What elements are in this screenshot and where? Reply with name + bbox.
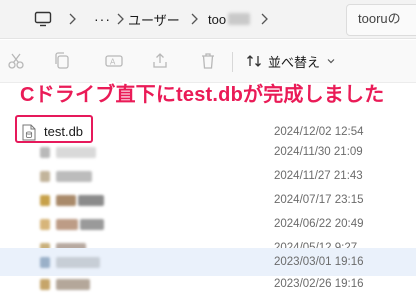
file-date: 2024/11/27 21:43 bbox=[274, 170, 363, 182]
file-date: 2023/03/01 19:16 bbox=[274, 256, 364, 268]
blurred-file-icon bbox=[40, 171, 50, 182]
command-bar: A 並べ替え bbox=[0, 40, 416, 83]
breadcrumb-user-folder-label: too bbox=[208, 11, 227, 27]
chevron-right-icon bbox=[117, 13, 124, 25]
more-icon[interactable]: ··· bbox=[94, 0, 111, 38]
file-list: test.db 2024/12/02 12:54 2024/11/30 21:0… bbox=[0, 112, 416, 290]
file-row[interactable]: 2023/02/26 19:16 bbox=[0, 272, 416, 296]
sort-button[interactable]: 並べ替え bbox=[246, 50, 343, 72]
svg-text:A: A bbox=[110, 58, 116, 67]
sort-label: 並べ替え bbox=[268, 54, 321, 70]
blurred-file-name bbox=[56, 147, 96, 158]
file-date: 2023/02/26 19:16 bbox=[274, 278, 364, 290]
breadcrumb-user-folder[interactable]: too bbox=[208, 0, 251, 38]
file-date: 2024/06/22 20:49 bbox=[274, 218, 364, 230]
blurred-file-icon bbox=[40, 195, 50, 206]
chevron-right-icon bbox=[191, 13, 198, 25]
chevron-right-icon bbox=[69, 13, 76, 25]
blurred-file-name bbox=[80, 219, 104, 230]
file-row[interactable]: 2024/06/22 20:49 bbox=[0, 212, 416, 236]
blurred-file-icon bbox=[40, 147, 50, 158]
share-icon[interactable] bbox=[150, 51, 170, 71]
rename-icon[interactable]: A bbox=[104, 51, 124, 71]
blurred-file-name bbox=[56, 195, 76, 206]
blurred-file-name bbox=[56, 257, 100, 268]
blurred-file-icon bbox=[40, 279, 50, 290]
blurred-file-icon bbox=[40, 257, 50, 268]
address-bar: ··· ユーザー too tooruの bbox=[0, 0, 416, 39]
file-row[interactable]: 2024/07/17 23:15 bbox=[0, 188, 416, 212]
sort-icon bbox=[247, 55, 261, 67]
file-row[interactable]: 2024/11/30 21:09 bbox=[0, 140, 416, 164]
toolbar-divider bbox=[232, 52, 233, 72]
delete-icon[interactable] bbox=[198, 51, 218, 71]
file-date: 2024/11/30 21:09 bbox=[274, 146, 363, 158]
file-row[interactable]: 2024/11/27 21:43 bbox=[0, 164, 416, 188]
monitor-icon[interactable] bbox=[34, 0, 52, 38]
annotation-banner: Cドライブ直下にtest.dbが完成しました bbox=[20, 84, 385, 106]
highlight-box bbox=[15, 115, 93, 143]
blurred-file-icon bbox=[40, 219, 50, 230]
blurred-file-name bbox=[78, 195, 104, 206]
redacted-text bbox=[228, 13, 251, 25]
cut-icon[interactable] bbox=[6, 51, 26, 71]
blurred-file-name bbox=[56, 219, 78, 230]
chevron-down-icon bbox=[327, 59, 335, 64]
blurred-file-name bbox=[56, 171, 92, 182]
breadcrumb-user[interactable]: ユーザー bbox=[128, 0, 180, 38]
chevron-right-icon bbox=[261, 13, 268, 25]
search-box-text: tooruの bbox=[358, 11, 401, 26]
blurred-file-name bbox=[56, 279, 90, 290]
file-date: 2024/07/17 23:15 bbox=[274, 194, 364, 206]
copy-icon[interactable] bbox=[52, 51, 72, 71]
